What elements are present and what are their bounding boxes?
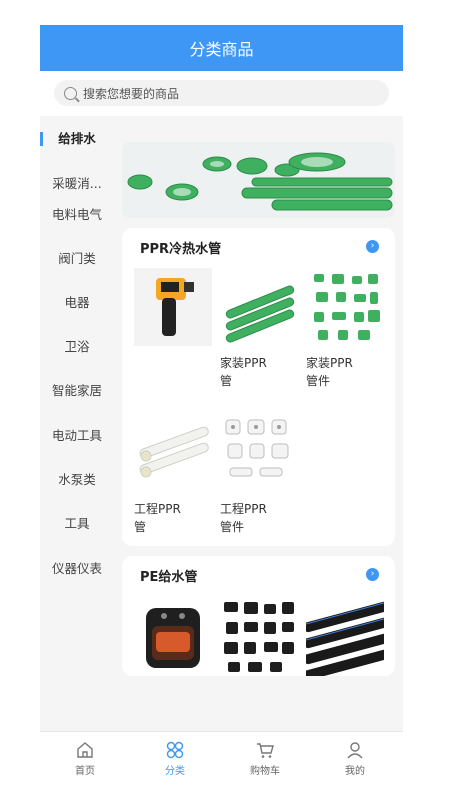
product-item[interactable]: 家装PPR 管	[220, 268, 298, 390]
tab-label: 我的	[345, 766, 365, 777]
category-sidebar: 给排水 采暖消... 电料电气 阀门类 电器 卫浴 智能家居 电动工具 水泵类 …	[40, 116, 114, 740]
section-ppr-pipes: PPR冷热水管 › 家装PPR 管 家装PPR 管件 工程PPR 管 工程PPR…	[122, 228, 395, 546]
product-item[interactable]	[134, 268, 212, 354]
infrared-thermometer-image	[134, 268, 212, 346]
bottom-tab-bar: 首页 分类 购物车 我的	[40, 731, 403, 790]
section-pe-pipes: PE给水管 ›	[122, 556, 395, 676]
chevron-right-icon[interactable]: ›	[366, 568, 379, 581]
sidebar-item-pumps[interactable]: 水泵类	[40, 470, 114, 490]
search-icon	[64, 86, 77, 100]
product-name: 工程PPR 管件	[220, 502, 267, 534]
product-name: 家装PPR 管	[220, 356, 267, 388]
white-ppr-fittings-image	[220, 414, 298, 492]
tab-label: 首页	[75, 766, 95, 777]
sidebar-item-heating[interactable]: 采暖消...	[40, 174, 114, 194]
sidebar-item-valves[interactable]: 阀门类	[40, 249, 114, 269]
green-ppr-pipes-image	[220, 268, 298, 346]
sidebar-item-smart-home[interactable]: 智能家居	[40, 381, 114, 401]
tab-label: 购物车	[250, 766, 280, 777]
tab-category[interactable]: 分类	[130, 740, 220, 777]
product-name: 工程PPR 管	[134, 502, 181, 534]
search-area: 搜索您想要的商品	[40, 71, 403, 116]
section-title: PE给水管	[140, 570, 198, 585]
sidebar-item-water-supply[interactable]: 给排水	[40, 129, 114, 149]
product-item[interactable]	[220, 598, 298, 676]
category-banner[interactable]	[122, 142, 395, 218]
air-fryer-image	[134, 598, 212, 676]
green-ppr-fittings-image	[306, 268, 384, 346]
sidebar-item-power-tools[interactable]: 电动工具	[40, 426, 114, 446]
green-pipe-fittings-banner-image	[122, 142, 395, 218]
product-item[interactable]: 工程PPR 管	[134, 414, 212, 536]
product-item[interactable]: 家装PPR 管件	[306, 268, 384, 390]
category-icon	[166, 741, 184, 759]
product-item[interactable]	[303, 598, 391, 676]
app-screen: 分类商品 搜索您想要的商品 给排水 采暖消... 电料电气 阀门类 电器 卫浴 …	[40, 25, 403, 790]
tab-home[interactable]: 首页	[40, 740, 130, 777]
page-title: 分类商品	[189, 40, 254, 59]
sidebar-item-instruments[interactable]: 仪器仪表	[40, 559, 114, 579]
cart-icon	[257, 743, 274, 758]
product-name: 家装PPR 管件	[306, 356, 353, 388]
white-ppr-pipes-image	[134, 414, 212, 492]
product-item[interactable]: 工程PPR 管件	[220, 414, 298, 536]
sidebar-item-electrical[interactable]: 电料电气	[40, 205, 114, 225]
tab-profile[interactable]: 我的	[310, 740, 400, 777]
section-title: PPR冷热水管	[140, 242, 222, 257]
chevron-right-icon[interactable]: ›	[366, 240, 379, 253]
tab-cart[interactable]: 购物车	[220, 740, 310, 777]
search-placeholder: 搜索您想要的商品	[83, 86, 180, 101]
home-icon	[77, 742, 93, 758]
product-item[interactable]	[134, 598, 212, 676]
sidebar-item-appliances[interactable]: 电器	[40, 293, 114, 313]
tab-label: 分类	[165, 766, 185, 777]
black-pe-fittings-image	[220, 598, 298, 676]
user-icon	[347, 742, 363, 759]
black-pe-pipes-image	[303, 598, 391, 676]
sidebar-item-tools[interactable]: 工具	[40, 514, 114, 534]
search-input[interactable]: 搜索您想要的商品	[54, 80, 389, 106]
sidebar-item-bathroom[interactable]: 卫浴	[40, 337, 114, 357]
header-bar: 分类商品	[40, 25, 403, 71]
